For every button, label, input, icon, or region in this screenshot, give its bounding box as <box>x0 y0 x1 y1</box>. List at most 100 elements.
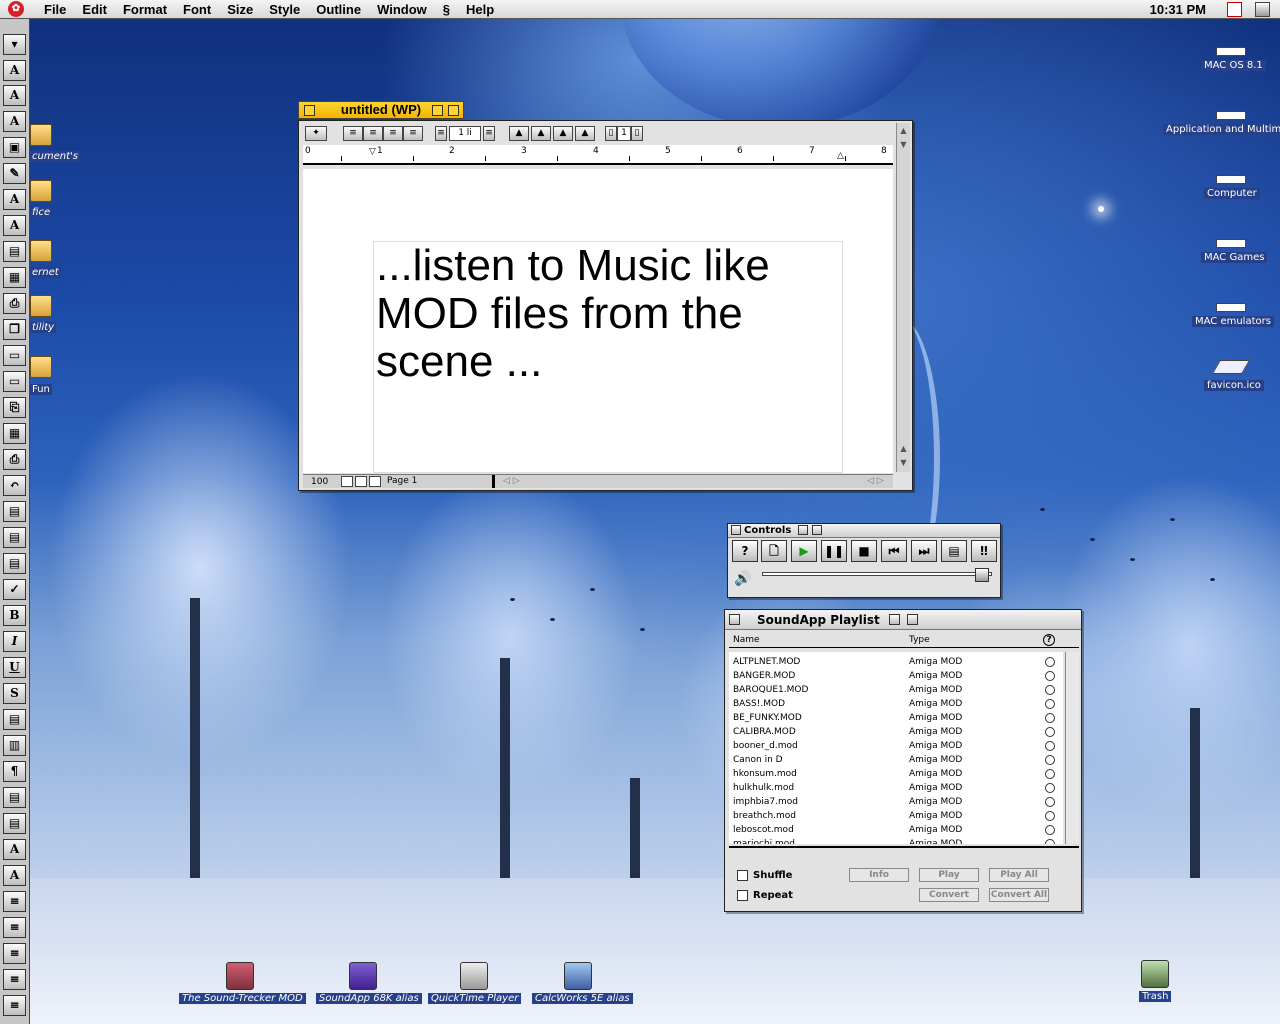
playlist-row[interactable]: BE_FUNKY.MOD Amiga MOD <box>729 711 1063 725</box>
folder-label[interactable]: ernet <box>30 267 61 278</box>
align-center-icon[interactable]: ≡ <box>3 917 26 938</box>
track-status-icon[interactable] <box>1045 727 1055 737</box>
left-indent-marker-icon[interactable]: ▽ <box>369 147 376 157</box>
quicktime-icon[interactable] <box>460 962 488 990</box>
shuffle-checkbox[interactable] <box>737 870 748 881</box>
volume-speaker-icon[interactable]: 🔊 <box>734 571 751 587</box>
close-box-icon[interactable] <box>731 525 741 535</box>
scroll-down-icon[interactable]: ▼ <box>898 139 909 150</box>
align-left-button[interactable]: ≡ <box>343 126 363 141</box>
columns-icon[interactable]: ▥ <box>3 735 26 756</box>
slider-thumb[interactable] <box>975 568 989 582</box>
clipboard-icon[interactable]: ▤ <box>3 501 26 522</box>
printer-icon[interactable]: ⎙ <box>3 449 26 470</box>
folder-label[interactable]: Fun <box>30 384 52 395</box>
convert-button[interactable]: Convert <box>919 888 979 902</box>
outline-icon[interactable]: ▤ <box>3 787 26 808</box>
folder-label[interactable]: tility <box>30 322 57 333</box>
zoom-out-icon[interactable] <box>341 476 353 487</box>
text-doc-icon[interactable]: A <box>3 215 26 236</box>
desktop-icon-label[interactable]: QuickTime Player <box>428 993 522 1004</box>
playlist-row[interactable]: mariochi.mod Amiga MOD <box>729 837 1063 844</box>
copy-icon[interactable]: ❐ <box>3 319 26 340</box>
playlist-row[interactable]: hulkhulk.mod Amiga MOD <box>729 781 1063 795</box>
playlist-titlebar[interactable]: SoundApp Playlist <box>725 610 1081 630</box>
desktop-icon-label[interactable]: CalcWorks 5E alias <box>532 993 633 1004</box>
desktop-icon-label[interactable]: SoundApp 68K alias <box>316 993 422 1004</box>
folder-open-icon[interactable]: ▭ <box>3 345 26 366</box>
playlist-scrollbar[interactable] <box>1065 652 1079 844</box>
hard-disk-icon[interactable] <box>1216 239 1246 248</box>
bold-icon[interactable]: B <box>3 605 26 626</box>
info-button[interactable]: Info <box>849 868 909 882</box>
menu-file[interactable]: File <box>36 2 74 17</box>
justify-button[interactable]: ≡ <box>403 126 423 141</box>
playlist-row[interactable]: Canon in D Amiga MOD <box>729 753 1063 767</box>
zoom-box-icon[interactable] <box>432 105 443 116</box>
playlist-row[interactable]: breathch.mod Amiga MOD <box>729 809 1063 823</box>
align-left-icon[interactable]: ≡ <box>3 891 26 912</box>
menu-font[interactable]: Font <box>175 2 219 17</box>
play-all-button[interactable]: Play All <box>989 868 1049 882</box>
playlist-row[interactable]: CALIBRA.MOD Amiga MOD <box>729 725 1063 739</box>
folder-icon[interactable] <box>30 124 52 146</box>
soundapp-icon[interactable] <box>349 962 377 990</box>
desktop-icon-label[interactable]: Application and Multime <box>1163 124 1280 135</box>
zoom-box-icon[interactable] <box>889 614 900 625</box>
desktop-icon-label[interactable]: MAC Games <box>1201 252 1268 263</box>
playlist-button[interactable]: ▤ <box>941 540 967 562</box>
folder-icon[interactable] <box>30 295 52 317</box>
play-button[interactable]: ▶ <box>791 540 817 562</box>
scroll-up-icon[interactable]: ▲ <box>898 443 909 454</box>
playlist-list[interactable]: ALTPLNET.MOD Amiga MOD BANGER.MOD Amiga MOD… <box>729 652 1063 844</box>
column-header-type[interactable]: Type <box>909 632 930 648</box>
style-icon[interactable]: S <box>3 683 26 704</box>
scroll-right-icon[interactable]: ◁ ▷ <box>867 475 884 488</box>
track-status-icon[interactable] <box>1045 811 1055 821</box>
playlist-row[interactable]: imphbia7.mod Amiga MOD <box>729 795 1063 809</box>
close-box-icon[interactable] <box>304 105 315 116</box>
folder-label[interactable]: fice <box>30 207 53 218</box>
list-icon[interactable]: ≡ <box>3 995 26 1016</box>
underline-icon[interactable]: U <box>3 657 26 678</box>
menu-window[interactable]: Window <box>369 2 435 17</box>
playlist-row[interactable]: BAROQUE1.MOD Amiga MOD <box>729 683 1063 697</box>
insert-doc-icon[interactable]: ▤ <box>3 241 26 262</box>
track-status-icon[interactable] <box>1045 657 1055 667</box>
playlist-row[interactable]: BANGER.MOD Amiga MOD <box>729 669 1063 683</box>
columns-up-icon[interactable]: ▯ <box>631 126 643 141</box>
play-list-button[interactable]: Play <box>919 868 979 882</box>
text-frame[interactable]: ...listen to Music like MOD files from t… <box>373 241 843 473</box>
text-size-up-icon[interactable]: A <box>3 839 26 860</box>
zoom-in-icon[interactable] <box>355 476 367 487</box>
keyboard-flag-icon[interactable] <box>1227 2 1242 17</box>
controls-titlebar[interactable]: Controls <box>728 524 1000 538</box>
playlist-row[interactable]: BASS!.MOD Amiga MOD <box>729 697 1063 711</box>
trash-label[interactable]: Trash <box>1139 991 1172 1002</box>
vertical-scrollbar[interactable]: ▲ ▼ ▲ ▼ <box>896 123 910 472</box>
folder-save-icon[interactable]: ▭ <box>3 371 26 392</box>
pause-button[interactable]: ❚❚ <box>821 540 847 562</box>
menu-size[interactable]: Size <box>219 2 261 17</box>
repeat-checkbox[interactable] <box>737 890 748 901</box>
document-page[interactable]: ...listen to Music like MOD files from t… <box>303 169 893 473</box>
collapse-box-icon[interactable] <box>448 105 459 116</box>
right-indent-marker-icon[interactable]: △ <box>837 151 844 161</box>
folder-icon[interactable] <box>30 240 52 262</box>
align-right-icon[interactable]: ≡ <box>3 943 26 964</box>
track-status-icon[interactable] <box>1045 769 1055 779</box>
desktop-icon-label[interactable]: favicon.ico <box>1204 380 1264 391</box>
paragraph-icon[interactable]: ¶ <box>3 761 26 782</box>
apple-menu-icon[interactable]: ✿ <box>8 1 24 17</box>
page-layout-icon[interactable]: ▤ <box>3 813 26 834</box>
page-icon[interactable]: ▤ <box>3 527 26 548</box>
scroll-left-icon[interactable]: ◁ ▷ <box>503 475 520 488</box>
playlist-row[interactable]: hkonsum.mod Amiga MOD <box>729 767 1063 781</box>
spellcheck-icon[interactable]: ✓ <box>3 579 26 600</box>
print-icon[interactable]: ⎙ <box>3 293 26 314</box>
underline-a-icon[interactable]: A <box>3 111 26 132</box>
align-center-button[interactable]: ≡ <box>363 126 383 141</box>
track-status-icon[interactable] <box>1045 839 1055 844</box>
help-icon[interactable]: ? <box>1043 634 1055 646</box>
font-size-icon[interactable]: A <box>3 85 26 106</box>
